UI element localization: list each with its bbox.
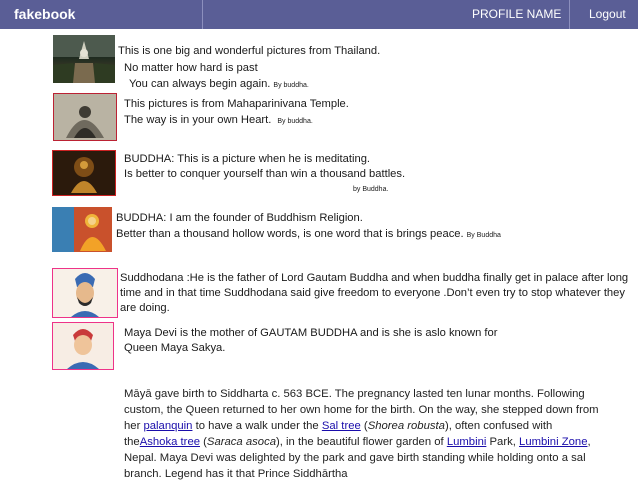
post-line: You can always begin again. By buddha. [129,78,309,90]
post-image-temple[interactable] [53,93,117,141]
post-line: Queen Maya Sakya. [124,342,226,354]
post-line: This pictures is from Mahaparinivana Tem… [124,98,349,110]
photo-illustration [54,94,116,140]
post-line: The way is in your own Heart. By buddha. [124,114,313,126]
divider [202,0,203,29]
post-line: Maya Devi is the mother of GAUTAM BUDDHA… [124,327,498,339]
post-line: This is one big and wonderful pictures f… [118,45,381,57]
article-italic: Saraca asoca [206,436,276,448]
article-text: ), in the beautiful flower garden of [276,436,447,448]
article-text: to have a walk under the [192,420,322,432]
post-line: Suddhodana :He is the father of Lord Gau… [120,272,629,284]
post-line: BUDDHA: I am the founder of Buddhism Rel… [116,212,363,224]
post-image-thailand[interactable] [53,35,115,83]
post-line: time and in that time Suddhodana said gi… [120,287,625,299]
link-palanquin[interactable]: palanquin [143,420,192,432]
post-image-founder[interactable] [52,207,112,252]
post-byline: By buddha. [273,82,309,89]
post-line: No matter how hard is past [124,62,258,74]
post-byline: by Buddha. [353,186,389,193]
profile-name-link[interactable]: PROFILE NAME [472,0,561,29]
post-line: BUDDHA: This is a picture when he is med… [124,153,371,165]
post-line: Is better to conquer yourself than win a… [124,168,406,180]
link-lumbini[interactable]: Lumbini [447,436,487,448]
article-paragraph: Māyā gave birth to Siddharta c. 563 BCE.… [124,386,604,482]
post-image-meditating[interactable] [52,150,116,196]
post-text: You can always begin again. [129,78,271,90]
post-image-suddhodana[interactable] [52,268,118,318]
post-line: are doing. [120,302,170,314]
post-text: Better than a thousand hollow words, is … [116,228,464,240]
article-text: ( [360,420,368,432]
photo-illustration [53,35,115,83]
brand-logo[interactable]: fakebook [14,0,75,29]
divider [569,0,570,29]
photo-illustration [53,269,117,317]
post-byline: By Buddha [466,232,501,239]
post-line: Better than a thousand hollow words, is … [116,228,501,240]
top-bar: fakebook PROFILE NAME Logout [0,0,638,29]
post-text: The way is in your own Heart. [124,114,272,126]
link-ashoka-tree[interactable]: Ashoka tree [140,436,200,448]
post-byline: By buddha. [277,118,313,125]
link-lumbini-zone[interactable]: Lumbini Zone [519,436,587,448]
photo-illustration [52,207,112,252]
link-sal-tree[interactable]: Sal tree [322,420,361,432]
post-image-maya-devi[interactable] [52,322,114,370]
photo-illustration [53,323,113,369]
logout-button[interactable]: Logout [589,0,626,29]
photo-illustration [53,151,115,195]
article-text: Park, [486,436,520,448]
article-text: ( [200,436,207,448]
article-italic: Shorea robusta [367,420,445,432]
